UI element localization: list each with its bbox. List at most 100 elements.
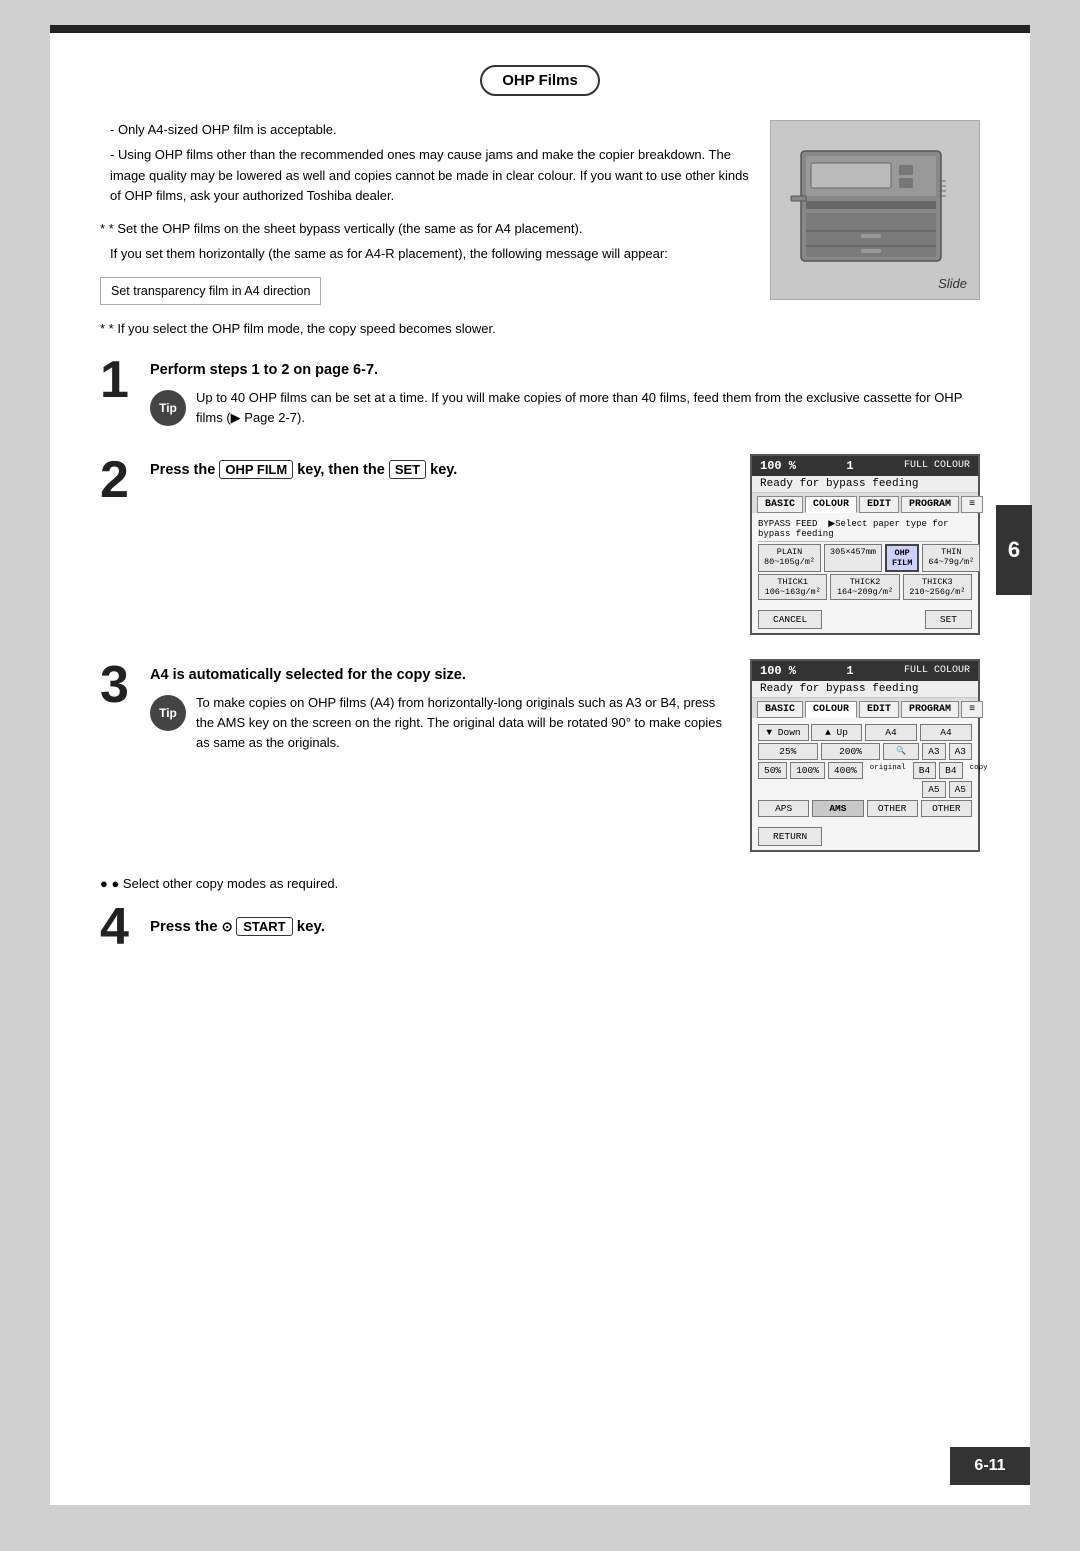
note1: * Set the OHP films on the sheet bypass …	[100, 219, 752, 240]
bullet-select-text: ● Select other copy modes as required.	[111, 876, 338, 891]
step-2-title-text3: key.	[426, 462, 457, 478]
btn-zoom[interactable]: 🔍	[883, 743, 919, 760]
panel1-tabs: BASIC COLOUR EDIT PROGRAM ≡	[752, 493, 978, 513]
panel2-row4: A5 A5	[758, 781, 972, 798]
step-1-content: Perform steps 1 to 2 on page 6-7. Tip Up…	[150, 354, 980, 438]
tab-colour-1[interactable]: COLOUR	[805, 496, 857, 513]
btn-thick3[interactable]: THICK3210~256g/m²	[903, 574, 972, 600]
page: 6 6-11 OHP Films Only A4-sized OHP film …	[50, 25, 1030, 1505]
btn-25[interactable]: 25%	[758, 743, 818, 760]
panel2-row2: 25% 200% 🔍 A3 A3	[758, 743, 972, 760]
step-3-title: A4 is automatically selected for the cop…	[150, 667, 736, 683]
btn-a4-2[interactable]: A4	[920, 724, 972, 741]
panel2-row5: APS AMS OTHER OTHER	[758, 800, 972, 817]
btn-a4-1[interactable]: A4	[865, 724, 917, 741]
btn-thick2[interactable]: THICK2164~209g/m²	[830, 574, 899, 600]
panel2-nav: ▼ Down ▲ Up	[758, 724, 862, 741]
btn-up[interactable]: ▲ Up	[811, 724, 862, 741]
step-3-content: A4 is automatically selected for the cop…	[150, 659, 736, 763]
btn-cancel-1[interactable]: CANCEL	[758, 610, 822, 629]
main-content: Only A4-sized OHP film is acceptable. Us…	[100, 120, 980, 344]
panel1-row1: PLAIN80~105g/m² 305×457mm OHP FILM THIN6…	[758, 544, 972, 572]
panel1-row2: THICK1106~163g/m² THICK2164~209g/m² THIC…	[758, 574, 972, 600]
btn-a5-1[interactable]: A5	[922, 781, 945, 798]
btn-305[interactable]: 305×457mm	[824, 544, 882, 572]
step4-text1: Press the	[150, 918, 222, 935]
btn-a3-2[interactable]: A3	[949, 743, 972, 760]
step-2-panel: 100 % 1 FULL COLOUR Ready for bypass fee…	[750, 454, 980, 643]
step-2-title: Press the OHP FILM key, then the SET key…	[150, 462, 736, 478]
left-col: Only A4-sized OHP film is acceptable. Us…	[100, 120, 752, 344]
step-2: 2 Press the OHP FILM key, then the SET k…	[100, 454, 980, 643]
btn-a5-2[interactable]: A5	[949, 781, 972, 798]
tab-edit-1[interactable]: EDIT	[859, 496, 899, 513]
panel1-status: Ready for bypass feeding	[752, 476, 978, 493]
section-title-wrap: OHP Films	[100, 65, 980, 110]
tab-program-1[interactable]: PROGRAM	[901, 496, 959, 513]
tab-edit-2[interactable]: EDIT	[859, 701, 899, 718]
panel2-a4-col2: A4	[920, 724, 972, 741]
step-4-number: 4	[100, 901, 136, 953]
step-2-number: 2	[100, 454, 136, 506]
ui-panel-1-header: 100 % 1 FULL COLOUR	[752, 456, 978, 476]
set-key[interactable]: SET	[389, 460, 426, 479]
ohp-film-key[interactable]: OHP FILM	[219, 460, 293, 479]
panel1-footer: CANCEL SET	[752, 606, 978, 633]
step-3-number: 3	[100, 659, 136, 711]
panel2-row3: 50% 100% 400% original B4 B4 copy	[758, 762, 972, 779]
btn-ohp-film[interactable]: OHP FILM	[885, 544, 919, 572]
btn-a3-1[interactable]: A3	[922, 743, 945, 760]
tab-program-2[interactable]: PROGRAM	[901, 701, 959, 718]
btn-set-1[interactable]: SET	[925, 610, 972, 629]
ui-panel-2-header: 100 % 1 FULL COLOUR	[752, 661, 978, 681]
step-4: 4 Press the ⊙ START key.	[100, 901, 980, 953]
tab-menu-1[interactable]: ≡	[961, 496, 983, 513]
btn-50[interactable]: 50%	[758, 762, 787, 779]
panel2-colour: FULL COLOUR	[904, 665, 970, 676]
panel1-count: 1	[846, 459, 853, 473]
start-key[interactable]: START	[236, 917, 292, 936]
lbl-copy: copy	[966, 762, 992, 779]
panel2-count: 1	[846, 664, 853, 678]
tab-basic-1[interactable]: BASIC	[757, 496, 803, 513]
btn-thin[interactable]: THIN64~79g/m²	[922, 544, 980, 572]
btn-down[interactable]: ▼ Down	[758, 724, 809, 741]
btn-400[interactable]: 400%	[828, 762, 863, 779]
btn-other-2[interactable]: OTHER	[921, 800, 972, 817]
btn-return[interactable]: RETURN	[758, 827, 822, 846]
step-1: 1 Perform steps 1 to 2 on page 6-7. Tip …	[100, 354, 980, 438]
btn-thick1[interactable]: THICK1106~163g/m²	[758, 574, 827, 600]
panel2-tabs: BASIC COLOUR EDIT PROGRAM ≡	[752, 698, 978, 718]
note2: If you set them horizontally (the same a…	[100, 244, 752, 265]
tip-badge-1: Tip	[150, 390, 186, 426]
btn-200[interactable]: 200%	[821, 743, 881, 760]
tab-colour-2[interactable]: COLOUR	[805, 701, 857, 718]
panel1-info: BYPASS FEED ▶Select paper type for bypas…	[758, 517, 972, 542]
step4-text2: key.	[293, 918, 325, 935]
panel2-percent: 100 %	[760, 664, 796, 678]
step-2-title-text2: key, then the	[293, 462, 389, 478]
step-2-content: Press the OHP FILM key, then the SET key…	[150, 454, 736, 482]
panel2-a4-col: A4	[865, 724, 917, 741]
btn-b4-2[interactable]: B4	[939, 762, 962, 779]
btn-aps[interactable]: APS	[758, 800, 809, 817]
panel1-body: BYPASS FEED ▶Select paper type for bypas…	[752, 513, 978, 606]
spacer	[758, 781, 919, 798]
btn-ams[interactable]: AMS	[812, 800, 863, 817]
step-2-title-text1: Press the	[150, 462, 219, 478]
bullet-2: Using OHP films other than the recommend…	[100, 145, 752, 207]
btn-100[interactable]: 100%	[790, 762, 825, 779]
ui-panel-2: 100 % 1 FULL COLOUR Ready for bypass fee…	[750, 659, 980, 852]
lbl-original: original	[866, 762, 910, 779]
tip-text-3: To make copies on OHP films (A4) from ho…	[196, 693, 736, 753]
notice-box: Set transparency film in A4 direction	[100, 277, 321, 305]
tab-basic-2[interactable]: BASIC	[757, 701, 803, 718]
bullet-select: ● Select other copy modes as required.	[100, 876, 980, 891]
btn-plain[interactable]: PLAIN80~105g/m²	[758, 544, 821, 572]
step-1-number: 1	[100, 354, 136, 406]
btn-b4-1[interactable]: B4	[913, 762, 936, 779]
step-3: 3 A4 is automatically selected for the c…	[100, 659, 980, 860]
step-4-title: Press the ⊙ START key.	[150, 918, 325, 935]
btn-other-1[interactable]: OTHER	[867, 800, 918, 817]
tab-menu-2[interactable]: ≡	[961, 701, 983, 718]
